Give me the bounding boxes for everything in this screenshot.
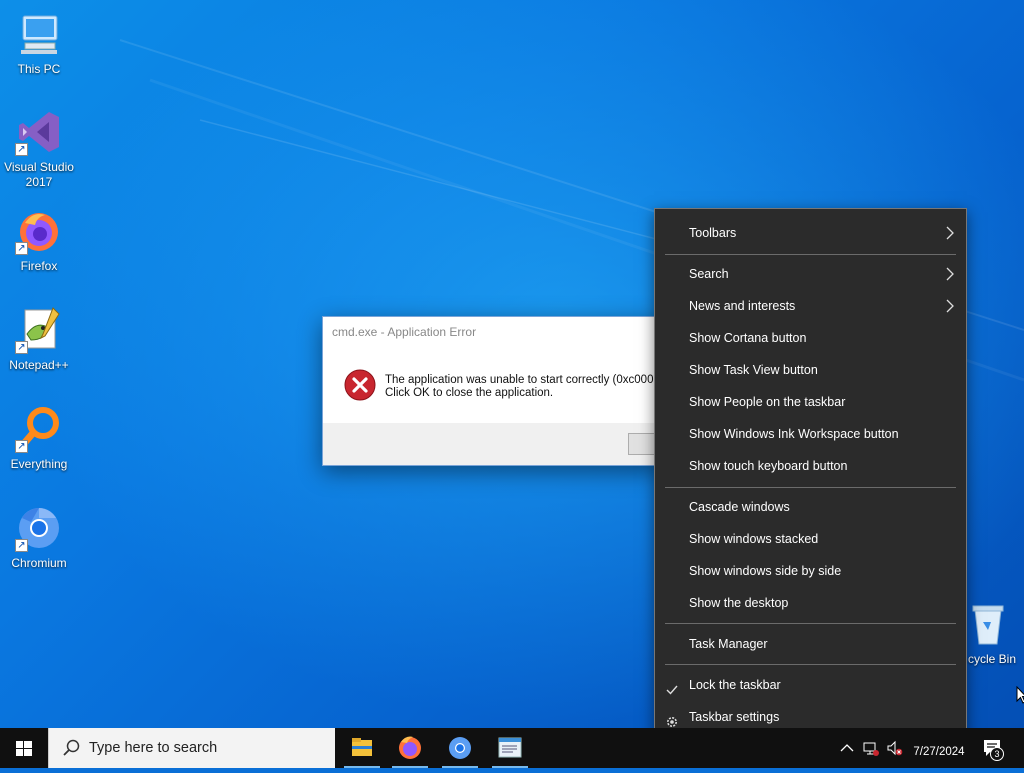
desktop-icon-label: Chromium bbox=[11, 556, 67, 570]
menu-separator bbox=[665, 623, 956, 624]
notepad-icon bbox=[498, 737, 522, 758]
menu-item-toolbars[interactable]: Toolbars bbox=[655, 218, 966, 248]
desktop-icon-label: Firefox bbox=[20, 259, 58, 273]
menu-item-label: Show windows side by side bbox=[689, 564, 842, 578]
desktop-icon-chromium[interactable]: ↗ Chromium bbox=[0, 504, 78, 571]
dialog-footer: OK bbox=[323, 423, 708, 465]
computer-icon bbox=[15, 10, 63, 58]
menu-separator bbox=[665, 254, 956, 255]
menu-item-show-windows-stacked[interactable]: Show windows stacked bbox=[655, 524, 966, 554]
menu-item-cascade-windows[interactable]: Cascade windows bbox=[655, 492, 966, 522]
menu-item-label: Cascade windows bbox=[689, 500, 790, 514]
start-button[interactable] bbox=[0, 728, 48, 768]
menu-item-show-cortana-button[interactable]: Show Cortana button bbox=[655, 323, 966, 353]
notepad-plus-plus-icon: ↗ bbox=[15, 306, 63, 354]
taskbar-app-notepad[interactable] bbox=[486, 728, 534, 768]
dialog-message: The application was unable to start corr… bbox=[385, 374, 653, 400]
menu-item-label: Show Windows Ink Workspace button bbox=[689, 427, 899, 441]
file-explorer-icon bbox=[352, 738, 372, 756]
everything-search-icon: ↗ bbox=[15, 405, 63, 453]
menu-item-task-manager[interactable]: Task Manager bbox=[655, 629, 966, 659]
chromium-icon bbox=[449, 737, 471, 759]
dialog-message-line-1: The application was unable to start corr… bbox=[385, 374, 654, 386]
network-icon[interactable] bbox=[862, 738, 880, 758]
shortcut-arrow-icon: ↗ bbox=[15, 440, 28, 453]
gear-icon bbox=[665, 710, 679, 727]
menu-item-label: News and interests bbox=[689, 299, 796, 313]
menu-item-label: Show Task View button bbox=[689, 363, 818, 377]
desktop-icon-label: Everything bbox=[10, 457, 68, 471]
menu-item-show-windows-ink[interactable]: Show Windows Ink Workspace button bbox=[655, 419, 966, 449]
windows-logo-icon bbox=[16, 741, 32, 756]
menu-item-show-windows-side-by-side[interactable]: Show windows side by side bbox=[655, 556, 966, 586]
dialog-title: cmd.exe - Application Error bbox=[332, 325, 477, 339]
visual-studio-icon: ↗ bbox=[15, 108, 63, 156]
menu-item-label: Task Manager bbox=[689, 637, 768, 651]
desktop-icon-visual-studio[interactable]: ↗ Visual Studio 2017 bbox=[0, 108, 78, 190]
taskbar-app-chromium[interactable] bbox=[436, 728, 484, 768]
menu-item-label: Search bbox=[689, 267, 729, 281]
menu-item-label: Show touch keyboard button bbox=[689, 459, 848, 473]
search-placeholder: Type here to search bbox=[89, 740, 218, 756]
firefox-icon bbox=[399, 736, 421, 759]
desktop-icon-this-pc[interactable]: This PC bbox=[0, 10, 78, 77]
firefox-icon: ↗ bbox=[15, 207, 63, 255]
shortcut-arrow-icon: ↗ bbox=[15, 242, 28, 255]
clock-time bbox=[902, 731, 976, 746]
notification-count-badge: 3 bbox=[990, 747, 1004, 761]
menu-separator bbox=[665, 664, 956, 665]
taskbar-search-box[interactable]: Type here to search bbox=[48, 728, 335, 768]
show-hidden-icons-chevron-up-icon[interactable] bbox=[838, 738, 856, 758]
menu-item-show-task-view-button[interactable]: Show Task View button bbox=[655, 355, 966, 385]
menu-item-label: Lock the taskbar bbox=[689, 678, 781, 692]
error-icon bbox=[344, 369, 376, 401]
taskbar-app-file-explorer[interactable] bbox=[338, 728, 386, 768]
desktop-icon-label: Visual Studio 2017 bbox=[4, 160, 74, 189]
menu-item-label: Show windows stacked bbox=[689, 532, 819, 546]
menu-item-search[interactable]: Search bbox=[655, 259, 966, 289]
dialog-body: The application was unable to start corr… bbox=[323, 357, 661, 425]
search-icon bbox=[62, 738, 82, 758]
shortcut-arrow-icon: ↗ bbox=[15, 143, 28, 156]
chevron-right-icon bbox=[944, 259, 958, 289]
desktop-icon-notepad-plus-plus[interactable]: ↗ Notepad++ bbox=[0, 306, 78, 373]
checkmark-icon bbox=[665, 678, 679, 695]
desktop-icon-firefox[interactable]: ↗ Firefox bbox=[0, 207, 78, 274]
menu-item-show-the-desktop[interactable]: Show the desktop bbox=[655, 588, 966, 618]
chromium-icon: ↗ bbox=[15, 504, 63, 552]
shortcut-arrow-icon: ↗ bbox=[15, 539, 28, 552]
taskbar-context-menu[interactable]: Toolbars Search News and interests Show … bbox=[654, 208, 967, 742]
taskbar-app-firefox[interactable] bbox=[386, 728, 434, 768]
menu-item-news-and-interests[interactable]: News and interests bbox=[655, 291, 966, 321]
application-error-dialog[interactable]: cmd.exe - Application Error The applicat… bbox=[322, 316, 708, 466]
menu-item-show-people[interactable]: Show People on the taskbar bbox=[655, 387, 966, 417]
menu-item-label: Show Cortana button bbox=[689, 331, 807, 345]
menu-item-label: Toolbars bbox=[689, 226, 737, 240]
dialog-message-line-2: Click OK to close the application. bbox=[385, 387, 554, 399]
taskbar-clock[interactable]: 7/27/2024 bbox=[902, 731, 976, 758]
shortcut-arrow-icon: ↗ bbox=[15, 341, 28, 354]
menu-item-lock-the-taskbar[interactable]: Lock the taskbar bbox=[655, 670, 966, 700]
menu-item-label: Show the desktop bbox=[689, 596, 789, 610]
desktop-icon-label: This PC bbox=[17, 62, 61, 76]
clock-date: 7/27/2024 bbox=[913, 746, 965, 758]
desktop-icon-everything[interactable]: ↗ Everything bbox=[0, 405, 78, 472]
menu-item-show-touch-keyboard[interactable]: Show touch keyboard button bbox=[655, 451, 966, 481]
mouse-pointer-icon bbox=[1016, 685, 1024, 704]
menu-separator bbox=[665, 487, 956, 488]
taskbar[interactable]: Type here to search 7/27/2024 3 bbox=[0, 728, 1024, 768]
chevron-right-icon bbox=[944, 291, 958, 321]
desktop-icon-label: Notepad++ bbox=[9, 358, 69, 372]
recycle-bin-icon bbox=[963, 600, 1011, 648]
chevron-right-icon bbox=[944, 218, 958, 248]
menu-item-label: Show People on the taskbar bbox=[689, 395, 846, 409]
